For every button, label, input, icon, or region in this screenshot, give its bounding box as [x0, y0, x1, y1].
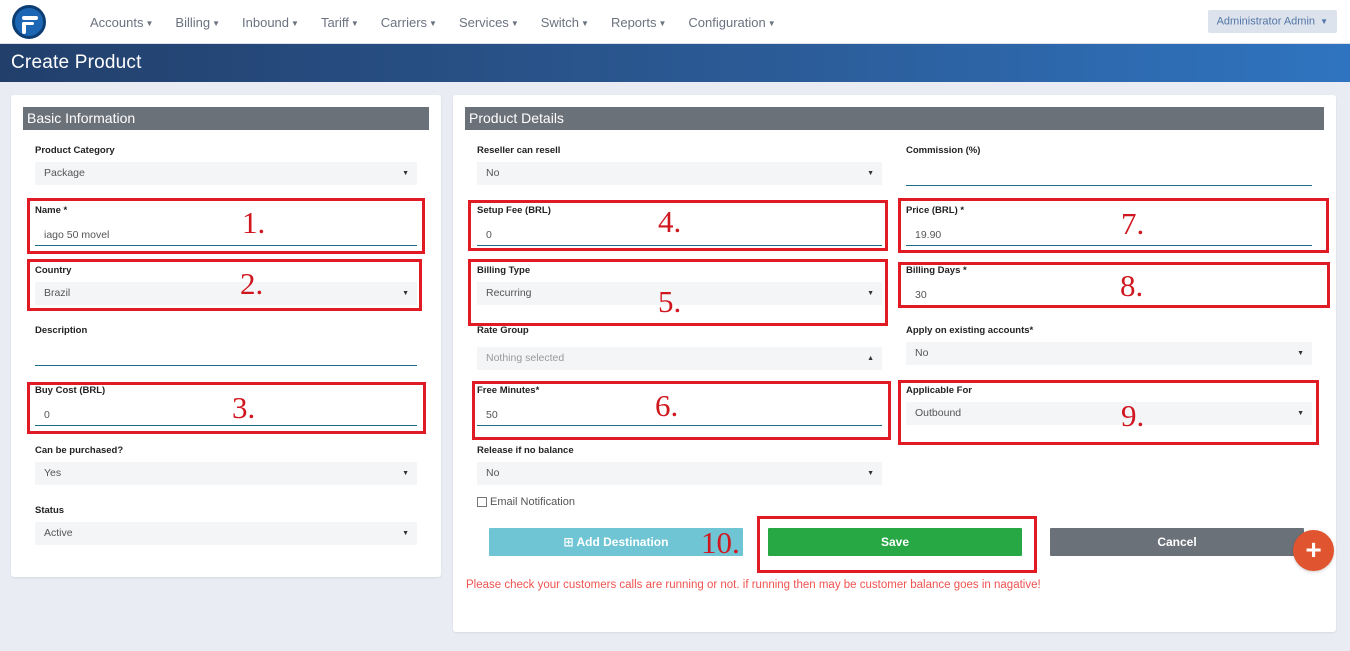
caret-down-icon: ▼: [658, 18, 667, 28]
warning-message: Please check your customers calls are ru…: [466, 579, 1041, 591]
rate-group-label: Rate Group: [477, 325, 529, 336]
can-purchase-select[interactable]: Yes ▼: [35, 462, 417, 485]
annotation-number-4: 4.: [658, 204, 682, 239]
description-input[interactable]: [35, 342, 417, 366]
release-select[interactable]: No ▼: [477, 462, 882, 485]
menu-carriers[interactable]: Carriers ▼: [381, 15, 437, 30]
buy-cost-input[interactable]: 0: [35, 402, 417, 426]
dropdown-arrow-icon: ▼: [402, 470, 409, 477]
status-select[interactable]: Active ▼: [35, 522, 417, 545]
free-minutes-label: Free Minutes*: [477, 385, 540, 396]
apply-existing-select[interactable]: No ▼: [906, 342, 1312, 365]
annotation-number-1: 1.: [242, 205, 266, 240]
caret-down-icon: ▼: [767, 18, 776, 28]
billing-days-label: Billing Days *: [906, 265, 967, 276]
name-input[interactable]: iago 50 movel: [35, 222, 417, 246]
annotation-number-3: 3.: [232, 390, 256, 425]
page-title: Create Product: [11, 52, 142, 73]
menu-services[interactable]: Services ▼: [459, 15, 519, 30]
main-menu: Accounts ▼ Billing ▼ Inbound ▼ Tariff ▼ Carr…: [90, 0, 798, 44]
caret-down-icon: ▼: [145, 18, 154, 28]
user-menu-button[interactable]: Administrator Admin ▼: [1207, 10, 1337, 33]
status-label: Status: [35, 505, 65, 516]
menu-inbound[interactable]: Inbound ▼: [242, 15, 299, 30]
menu-reports[interactable]: Reports ▼: [611, 15, 666, 30]
menu-tariff[interactable]: Tariff ▼: [321, 15, 359, 30]
caret-down-icon: ▼: [212, 18, 221, 28]
floating-add-button[interactable]: +: [1293, 530, 1334, 571]
setup-fee-label: Setup Fee (BRL): [477, 205, 551, 216]
billing-type-label: Billing Type: [477, 265, 531, 276]
country-select[interactable]: Brazil ▼: [35, 282, 417, 305]
buy-cost-label: Buy Cost (BRL): [35, 385, 106, 396]
caret-down-icon: ▼: [1320, 17, 1328, 26]
description-label: Description: [35, 325, 88, 336]
free-minutes-input[interactable]: 50: [477, 402, 882, 426]
product-details-heading: Product Details: [465, 107, 1324, 130]
email-notification-label: Email Notification: [490, 496, 575, 508]
dropdown-arrow-icon: ▼: [867, 290, 874, 297]
annotation-number-8: 8.: [1120, 268, 1144, 303]
country-label: Country: [35, 265, 72, 276]
commission-label: Commission (%): [906, 145, 981, 156]
annotation-number-2: 2.: [240, 266, 264, 301]
price-label: Price (BRL) *: [906, 205, 965, 216]
reseller-select[interactable]: No ▼: [477, 162, 882, 185]
applicable-for-select[interactable]: Outbound ▼: [906, 402, 1312, 425]
dropdown-arrow-icon: ▼: [1297, 410, 1304, 417]
commission-input[interactable]: [906, 162, 1312, 186]
annotation-number-7: 7.: [1121, 206, 1145, 241]
dropdown-arrow-icon: ▼: [867, 470, 874, 477]
can-purchase-label: Can be purchased?: [35, 445, 124, 456]
menu-billing[interactable]: Billing ▼: [175, 15, 220, 30]
cancel-button[interactable]: Cancel: [1050, 528, 1304, 556]
caret-down-icon: ▼: [350, 18, 359, 28]
dropdown-arrow-icon: ▼: [402, 170, 409, 177]
dropdown-arrow-icon: ▼: [402, 290, 409, 297]
release-label: Release if no balance: [477, 445, 574, 456]
price-input[interactable]: 19.90: [906, 222, 1312, 246]
caret-down-icon: ▼: [291, 18, 299, 28]
basic-information-heading: Basic Information: [23, 107, 429, 130]
dropdown-arrow-icon: ▼: [867, 170, 874, 177]
product-category-label: Product Category: [35, 145, 115, 156]
save-button[interactable]: Save: [768, 528, 1022, 556]
annotation-number-9: 9.: [1121, 398, 1145, 433]
dropdown-arrow-icon: ▼: [402, 530, 409, 537]
dropdown-arrow-icon: ▼: [1297, 350, 1304, 357]
email-notification-checkbox[interactable]: Email Notification: [477, 496, 575, 508]
rate-group-select[interactable]: Nothing selected ▲: [477, 347, 882, 370]
caret-down-icon: ▼: [429, 18, 437, 28]
menu-configuration[interactable]: Configuration ▼: [688, 15, 775, 30]
reseller-label: Reseller can resell: [477, 145, 561, 156]
page-header: Create Product: [0, 44, 1350, 82]
billing-days-input[interactable]: 30: [906, 282, 1312, 306]
name-label: Name *: [35, 205, 68, 216]
caret-down-icon: ▼: [581, 18, 589, 28]
annotation-number-6: 6.: [655, 388, 679, 423]
annotation-number-10: 10.: [701, 525, 740, 560]
menu-switch[interactable]: Switch ▼: [541, 15, 589, 30]
checkbox-icon[interactable]: [477, 497, 487, 507]
app-logo[interactable]: [12, 5, 46, 39]
menu-accounts[interactable]: Accounts ▼: [90, 15, 153, 30]
top-navbar: Accounts ▼ Billing ▼ Inbound ▼ Tariff ▼ Carr…: [0, 0, 1350, 44]
apply-existing-label: Apply on existing accounts*: [906, 325, 1034, 336]
basic-information-panel: Basic Information Product Category Packa…: [11, 95, 441, 577]
dropdown-arrow-up-icon: ▲: [867, 355, 874, 362]
applicable-for-label: Applicable For: [906, 385, 972, 396]
annotation-number-5: 5.: [658, 284, 682, 319]
product-category-select[interactable]: Package ▼: [35, 162, 417, 185]
caret-down-icon: ▼: [510, 18, 519, 28]
